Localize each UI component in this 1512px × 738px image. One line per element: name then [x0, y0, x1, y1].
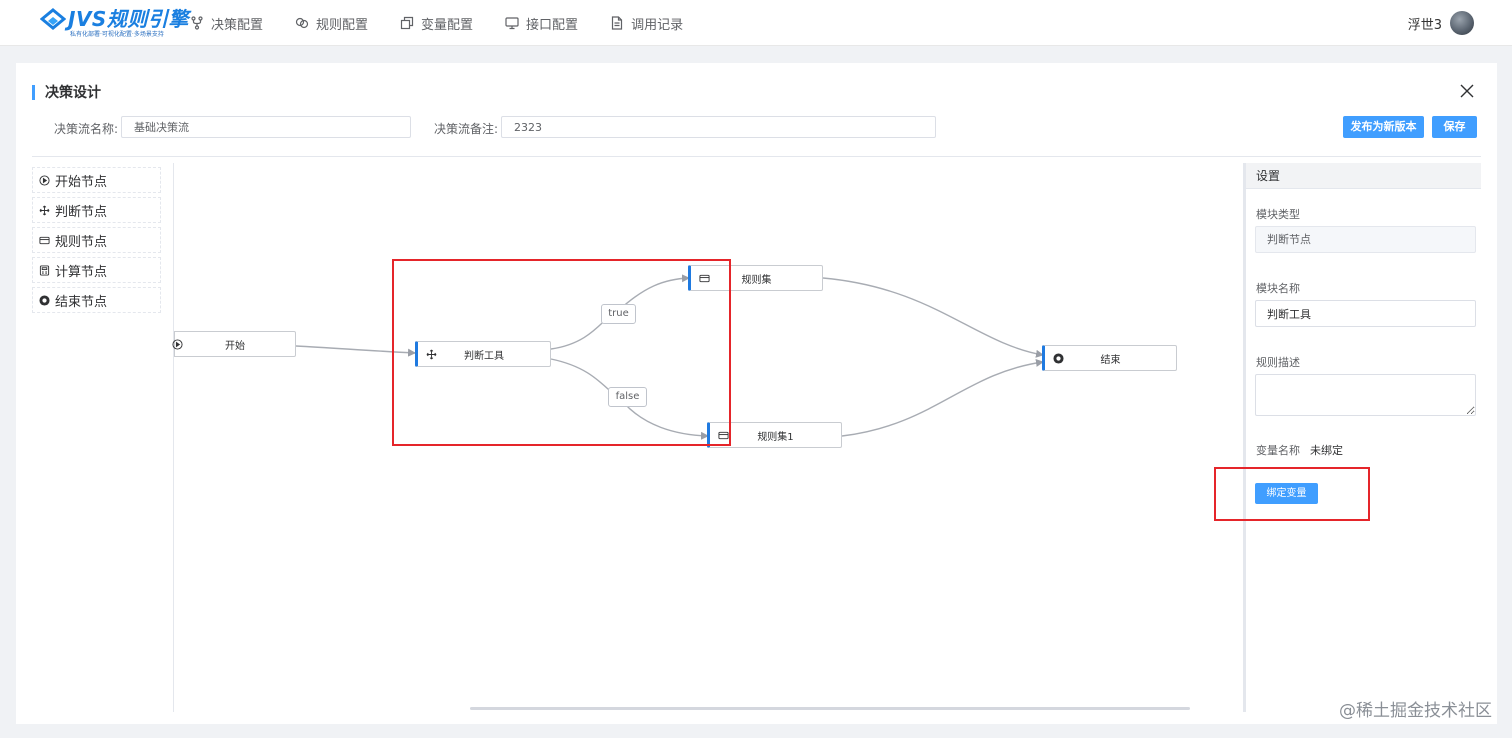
play-circle-icon — [39, 174, 50, 186]
node-label: 判断工具 — [464, 350, 504, 362]
flow-note-input[interactable] — [501, 116, 936, 138]
palette-item-label: 规则节点 — [55, 234, 108, 250]
card-icon — [39, 236, 50, 244]
logo-title: JVS规则引擎 — [68, 7, 189, 31]
canvas-horizontal-scrollbar[interactable] — [470, 707, 1190, 710]
flow-node-rules1[interactable]: 规则集1 — [707, 422, 842, 448]
settings-header: 设置 — [1246, 163, 1481, 189]
card-icon — [699, 274, 710, 283]
flow-canvas[interactable]: 开始 判断工具 规则集 规则集1 结束 true false — [172, 163, 1241, 712]
nav-label: 决策配置 — [211, 17, 264, 33]
nav-label: 规则配置 — [316, 17, 369, 33]
palette-item-label: 结束节点 — [55, 294, 108, 310]
page-title: 决策设计 — [32, 84, 101, 101]
flow-note-label: 决策流备注: — [434, 122, 499, 136]
rule-desc-textarea[interactable] — [1255, 374, 1476, 416]
document-icon — [611, 16, 623, 30]
user-menu[interactable]: 浮世3 — [1408, 11, 1474, 35]
module-name-input[interactable] — [1255, 300, 1476, 327]
watermark: @稀土掘金技术社区 — [1339, 701, 1492, 721]
edge-rules-end — [822, 277, 1044, 358]
flow-node-start[interactable]: 开始 — [172, 331, 296, 357]
node-label: 结束 — [1100, 354, 1121, 366]
module-type-field: 判断节点 — [1255, 226, 1476, 253]
top-navbar: JVS规则引擎 私有化部署·可视化配置·多场景支持 决策配置 规则配置 变量配置 — [0, 0, 1512, 46]
user-name: 浮世3 — [1407, 17, 1442, 33]
palette-item-calc[interactable]: 计算节点 — [32, 257, 161, 283]
palette-item-end[interactable]: 结束节点 — [32, 287, 161, 313]
nav-label: 调用记录 — [631, 17, 684, 33]
monitor-icon — [505, 17, 519, 30]
nav-label: 变量配置 — [421, 17, 474, 33]
edge-rules1-end — [841, 359, 1044, 437]
rule-desc-label: 规则描述 — [1256, 356, 1300, 369]
edge-start-judge — [295, 345, 416, 357]
nav-item-decision[interactable]: 决策配置 — [190, 14, 263, 33]
nav-item-interfaces[interactable]: 接口配置 — [505, 14, 578, 33]
palette-item-label: 开始节点 — [55, 174, 108, 190]
play-circle-icon — [172, 339, 183, 350]
logo-subtitle: 私有化部署·可视化配置·多场景支持 — [70, 31, 164, 38]
palette-item-rule[interactable]: 规则节点 — [32, 227, 161, 253]
node-label: 规则集 — [741, 274, 772, 286]
decision-design-panel: 决策设计 决策流名称: 决策流备注: 发布为新版本 保存 开始节点 判断节点 规… — [16, 63, 1497, 724]
save-button[interactable]: 保存 — [1432, 116, 1477, 138]
settings-panel: 设置 模块类型 判断节点 模块名称 规则描述 变量名称 未绑定 绑定变量 — [1243, 163, 1481, 712]
move-icon — [39, 205, 50, 215]
flow-name-label: 决策流名称: — [54, 122, 119, 136]
link-icon — [295, 17, 309, 29]
edge-label-false[interactable]: false — [608, 387, 647, 407]
layers-icon — [400, 16, 414, 30]
fork-icon — [191, 16, 203, 30]
nav-item-variables[interactable]: 变量配置 — [400, 14, 473, 33]
nav-item-rules[interactable]: 规则配置 — [295, 14, 368, 33]
close-icon[interactable] — [1459, 83, 1475, 99]
palette-item-label: 计算节点 — [55, 264, 108, 280]
main-nav: 决策配置 规则配置 变量配置 接口配置 调用记录 — [190, 0, 715, 46]
divider — [32, 156, 1481, 157]
flow-node-judge[interactable]: 判断工具 — [415, 341, 551, 367]
node-label: 规则集1 — [757, 431, 794, 443]
app-logo[interactable]: JVS规则引擎 私有化部署·可视化配置·多场景支持 — [40, 6, 188, 42]
edge-label-true[interactable]: true — [601, 304, 636, 324]
flow-node-rules[interactable]: 规则集 — [688, 265, 823, 291]
module-type-label: 模块类型 — [1256, 208, 1300, 221]
palette-item-judge[interactable]: 判断节点 — [32, 197, 161, 223]
publish-new-version-button[interactable]: 发布为新版本 — [1343, 116, 1424, 138]
avatar[interactable] — [1450, 11, 1474, 35]
flow-name-input[interactable] — [121, 116, 411, 138]
page-title-text: 决策设计 — [45, 85, 101, 101]
node-palette: 开始节点 判断节点 规则节点 计算节点 结束节点 — [32, 167, 161, 317]
palette-item-start[interactable]: 开始节点 — [32, 167, 161, 193]
var-name-value: 未绑定 — [1310, 444, 1343, 457]
move-icon — [426, 349, 437, 360]
module-name-label: 模块名称 — [1256, 282, 1300, 295]
nav-label: 接口配置 — [526, 17, 579, 33]
nav-item-call-records[interactable]: 调用记录 — [610, 14, 683, 33]
logo-mark-icon — [40, 8, 66, 30]
flow-node-end[interactable]: 结束 — [1042, 345, 1177, 371]
node-label: 开始 — [225, 340, 245, 352]
bind-variable-button[interactable]: 绑定变量 — [1255, 483, 1318, 504]
palette-item-label: 判断节点 — [55, 204, 108, 220]
title-accent-bar — [32, 84, 35, 100]
stop-circle-icon — [1053, 353, 1064, 364]
card-icon — [718, 431, 729, 440]
stop-circle-icon — [39, 294, 50, 306]
calculator-icon — [39, 264, 50, 276]
var-name-label: 变量名称 — [1256, 444, 1300, 457]
